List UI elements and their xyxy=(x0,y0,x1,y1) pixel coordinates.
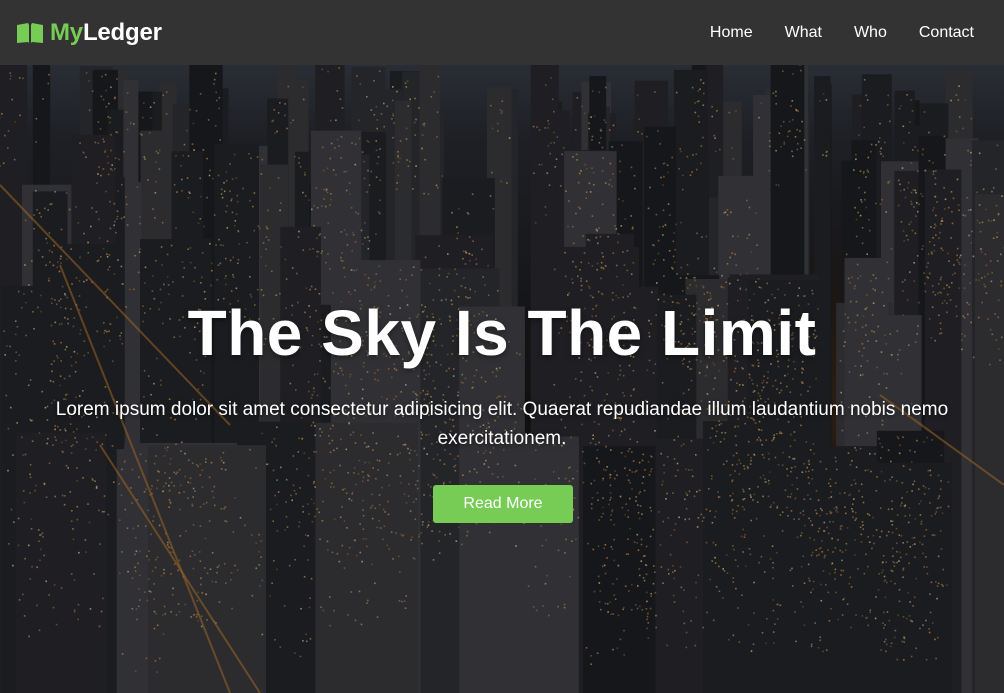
brand-logo[interactable]: MyLedger xyxy=(16,19,162,47)
read-more-button[interactable]: Read More xyxy=(433,485,573,523)
book-icon xyxy=(17,22,43,43)
hero-description: Lorem ipsum dolor sit amet consectetur a… xyxy=(55,399,949,449)
nav-link-who[interactable]: Who xyxy=(838,24,903,42)
hero-content: The Sky Is The Limit Lorem ipsum dolor s… xyxy=(0,65,1004,693)
nav-link-contact[interactable]: Contact xyxy=(903,24,990,42)
brand-name-prefix: My xyxy=(50,18,83,46)
brand-name-suffix: Ledger xyxy=(82,18,162,46)
nav-link-what[interactable]: What xyxy=(769,24,838,42)
nav-link-home[interactable]: Home xyxy=(694,24,769,42)
brand-name: MyLedger xyxy=(50,19,162,47)
nav-menu: Home What Who Contact xyxy=(694,24,990,42)
hero-title: The Sky Is The Limit xyxy=(187,297,817,369)
hero-section: The Sky Is The Limit Lorem ipsum dolor s… xyxy=(0,65,1004,693)
navbar: MyLedger Home What Who Contact xyxy=(0,0,1004,65)
